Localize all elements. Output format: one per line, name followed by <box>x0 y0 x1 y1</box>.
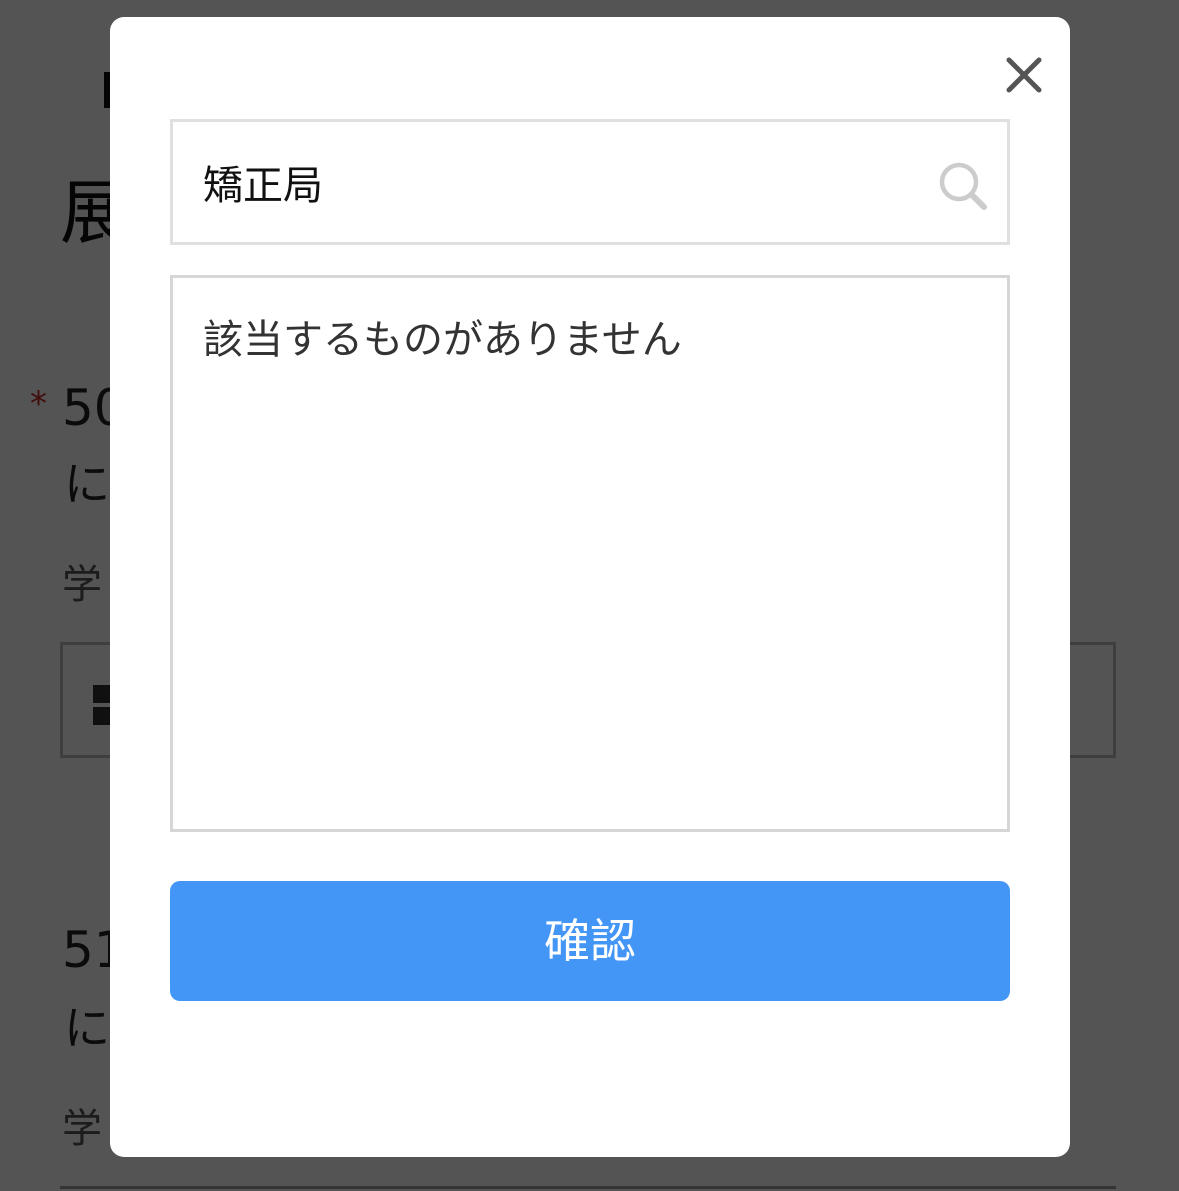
search-modal: 該当するものがありません 確認 <box>110 17 1070 1157</box>
search-input[interactable] <box>203 142 903 222</box>
search-box <box>170 119 1010 245</box>
search-icon[interactable] <box>937 160 989 212</box>
close-icon[interactable] <box>1000 51 1048 99</box>
results-list: 該当するものがありません <box>170 275 1010 832</box>
confirm-button[interactable]: 確認 <box>170 881 1010 1001</box>
empty-results-message: 該当するものがありません <box>203 317 682 363</box>
